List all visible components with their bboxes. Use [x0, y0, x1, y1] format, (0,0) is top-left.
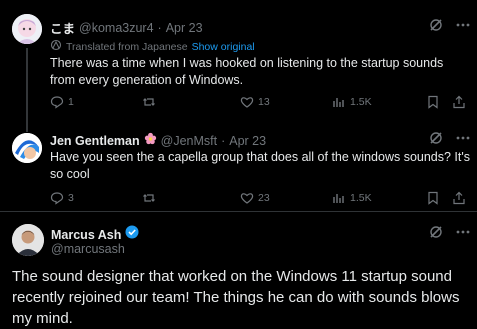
views-button[interactable]: 1.5K: [332, 191, 372, 205]
retweet-button[interactable]: [142, 95, 156, 109]
views-icon: [333, 194, 344, 203]
translate-icon: [50, 38, 62, 56]
reply-button[interactable]: 1: [50, 95, 74, 109]
action-bar: 3 23 1.5K: [50, 191, 470, 207]
reply-tweet-1[interactable]: こま @koma3zur4 · Apr 23 Translated from J…: [0, 0, 477, 122]
tweet-text: Have you seen the a capella group that d…: [50, 150, 471, 181]
avatar[interactable]: [12, 224, 44, 256]
more-icon[interactable]: [456, 17, 470, 38]
like-count: 23: [258, 192, 270, 204]
thread-line: [26, 122, 28, 132]
grok-icon[interactable]: [428, 130, 444, 151]
more-icon[interactable]: [456, 130, 470, 151]
like-button[interactable]: 13: [240, 95, 270, 109]
tweet-text: There was a time when I was hooked on li…: [50, 56, 444, 87]
share-icon: [453, 191, 465, 205]
tweet-date[interactable]: Apr 23: [229, 134, 266, 148]
bookmark-button[interactable]: [426, 95, 440, 109]
share-button[interactable]: [452, 95, 466, 109]
main-tweet[interactable]: Marcus Ash @marcusash The sound designer…: [0, 212, 477, 328]
view-count: 1.5K: [350, 96, 372, 108]
verified-icon: [125, 225, 139, 244]
views-icon: [333, 98, 344, 107]
separator-dot: ·: [221, 134, 226, 148]
retweet-button[interactable]: [142, 191, 156, 205]
bookmark-icon: [428, 191, 438, 205]
author-handle[interactable]: @koma3zur4: [79, 21, 154, 35]
reply-count: 3: [68, 192, 74, 204]
author-name[interactable]: こま: [50, 18, 75, 37]
author-name[interactable]: Jen Gentleman: [50, 134, 140, 148]
author-handle[interactable]: @marcusash: [51, 242, 125, 256]
grok-icon[interactable]: [428, 17, 444, 38]
view-count: 1.5K: [350, 192, 372, 204]
tweet-date[interactable]: Apr 23: [166, 21, 203, 35]
flower-emoji: [144, 132, 157, 150]
tweet-text: The sound designer that worked on the Wi…: [12, 268, 460, 327]
reply-icon: [50, 192, 64, 205]
author-name[interactable]: Marcus Ash: [51, 228, 121, 242]
like-button[interactable]: 23: [240, 191, 270, 205]
reply-button[interactable]: 3: [50, 191, 74, 205]
thread-line: [26, 48, 28, 122]
separator-dot: ·: [157, 20, 162, 35]
share-button[interactable]: [452, 191, 466, 205]
avatar[interactable]: [12, 14, 42, 44]
reply-count: 1: [68, 96, 74, 108]
retweet-icon: [143, 98, 155, 106]
grok-icon[interactable]: [428, 224, 444, 245]
reply-tweet-2[interactable]: Jen Gentleman @JenMsft · Apr 23 Have you…: [0, 122, 477, 212]
translated-label: Translated from Japanese: [66, 41, 188, 53]
retweet-icon: [143, 194, 155, 202]
bookmark-icon: [428, 95, 438, 109]
author-handle[interactable]: @JenMsft: [161, 134, 217, 148]
bookmark-button[interactable]: [426, 191, 440, 205]
share-icon: [453, 95, 465, 109]
like-icon: [240, 193, 254, 204]
action-bar: 1 13 1.5K: [50, 95, 470, 111]
views-button[interactable]: 1.5K: [332, 95, 372, 109]
more-icon[interactable]: [456, 224, 470, 245]
show-original-link[interactable]: Show original: [192, 41, 255, 53]
like-count: 13: [258, 96, 270, 108]
reply-icon: [50, 96, 64, 109]
avatar[interactable]: [12, 133, 42, 163]
like-icon: [240, 97, 254, 108]
